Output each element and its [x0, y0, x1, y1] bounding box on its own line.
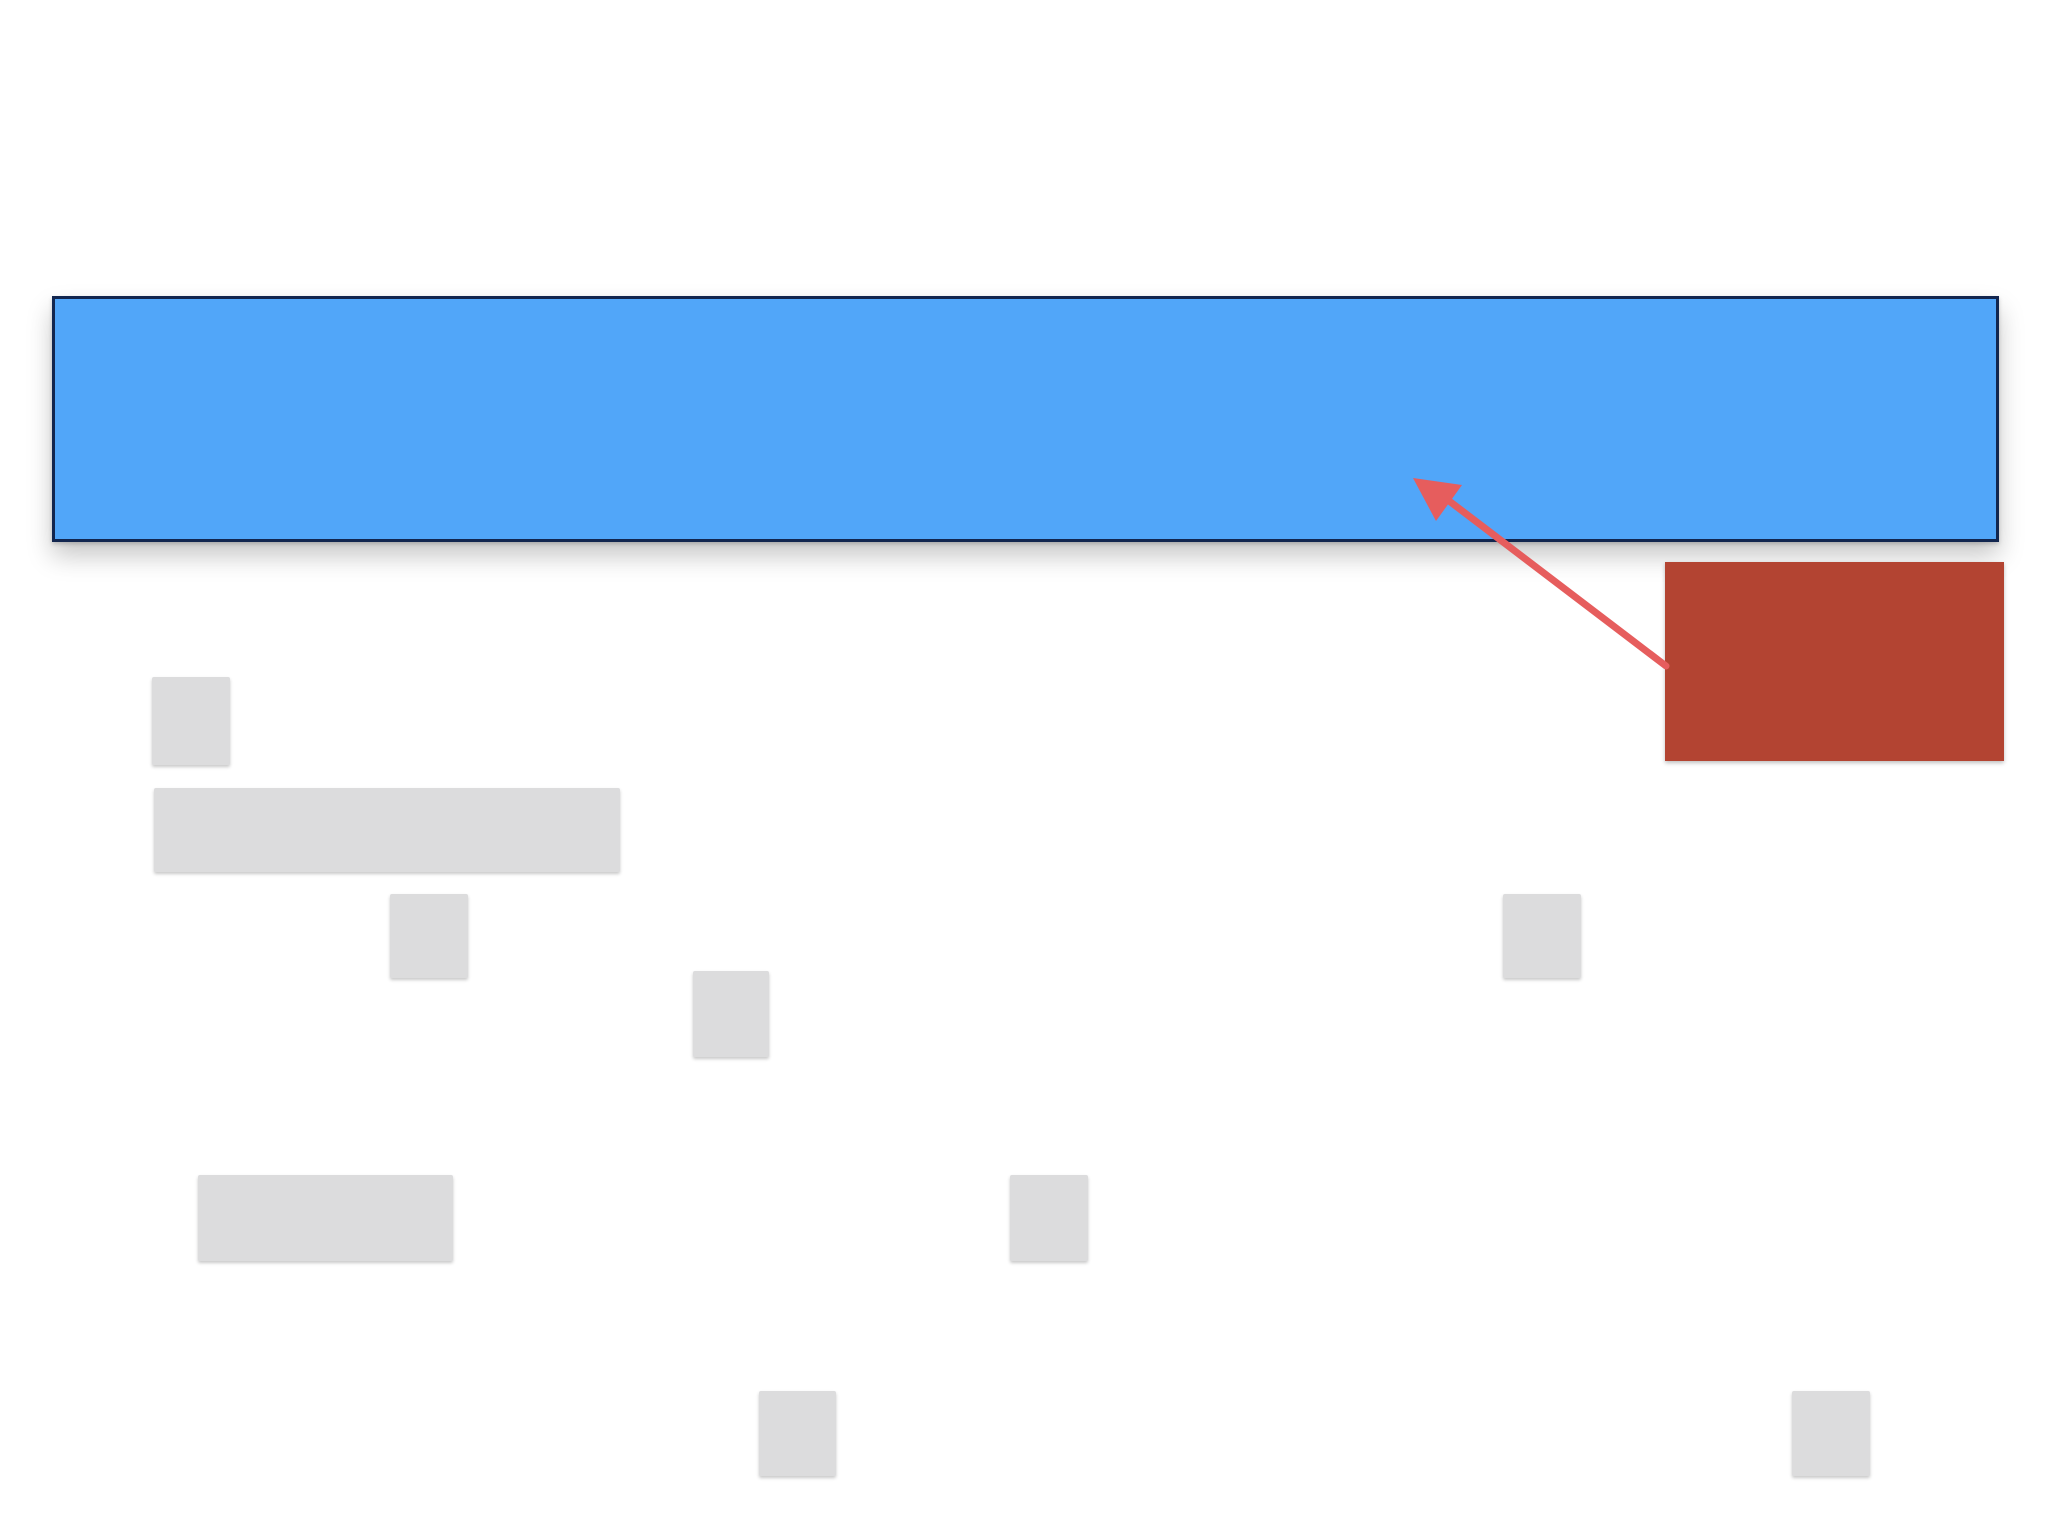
connector-arrow — [1413, 478, 1670, 670]
diagram-canvas — [0, 0, 2048, 1536]
